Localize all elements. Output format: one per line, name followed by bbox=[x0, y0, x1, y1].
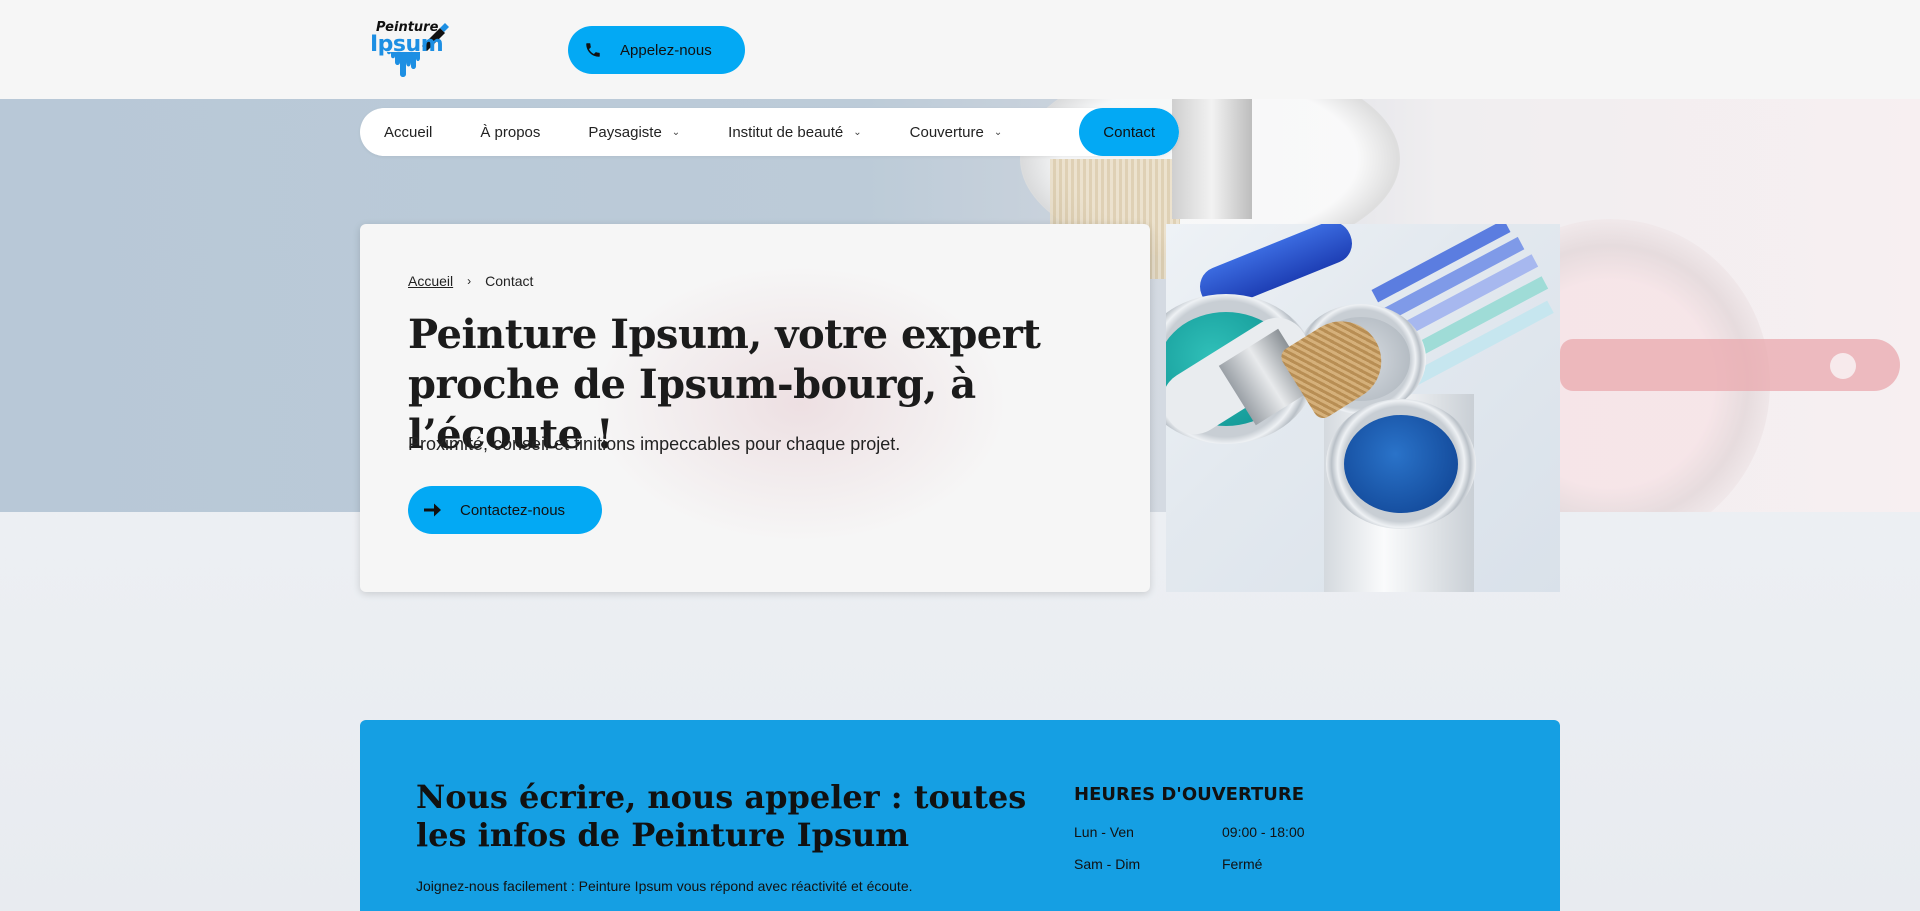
nav-item-label: À propos bbox=[480, 123, 541, 141]
nav-item-label: Contact bbox=[1103, 123, 1155, 141]
breadcrumb-current: Contact bbox=[485, 273, 534, 289]
chevron-right-icon: › bbox=[467, 274, 472, 288]
breadcrumb: Accueil › Contact bbox=[408, 273, 533, 289]
opening-hours-time: Fermé bbox=[1222, 856, 1263, 872]
contact-section-subtitle: Joignez-nous facilement : Peinture Ipsum… bbox=[416, 878, 913, 894]
breadcrumb-home-link[interactable]: Accueil bbox=[408, 273, 453, 289]
main-navigation: Accueil À propos Paysagiste ⌄ Institut d… bbox=[360, 108, 1179, 156]
call-us-label: Appelez-nous bbox=[620, 41, 712, 59]
arrow-right-icon bbox=[424, 503, 441, 517]
nav-item-accueil[interactable]: Accueil bbox=[360, 108, 456, 156]
blue-paint-can-decoration bbox=[1326, 399, 1476, 529]
logo-main-text: Ipsum bbox=[370, 32, 444, 57]
call-us-button[interactable]: Appelez-nous bbox=[568, 26, 745, 74]
opening-hours-days: Lun - Ven bbox=[1074, 824, 1134, 840]
hero-paint-photo bbox=[1166, 224, 1560, 592]
hero-card: Accueil › Contact Peinture Ipsum, votre … bbox=[360, 224, 1150, 592]
nav-item-label: Institut de beauté bbox=[728, 123, 844, 141]
nav-item-paysagiste[interactable]: Paysagiste ⌄ bbox=[564, 108, 704, 156]
hero-subtitle: Proximité, conseil et finitions impeccab… bbox=[408, 434, 901, 454]
nav-item-a-propos[interactable]: À propos bbox=[456, 108, 564, 156]
site-header: Peinture Ipsum Appelez-nous bbox=[0, 0, 1920, 99]
contact-us-label: Contactez-nous bbox=[460, 501, 566, 519]
chevron-down-icon: ⌄ bbox=[671, 126, 681, 138]
nav-item-couverture[interactable]: Couverture ⌄ bbox=[886, 108, 1027, 156]
brush-ferrule-decoration bbox=[1172, 99, 1252, 219]
nav-item-label: Couverture bbox=[909, 123, 984, 141]
nav-item-label: Accueil bbox=[384, 123, 433, 141]
phone-icon bbox=[586, 43, 600, 57]
nav-item-label: Paysagiste bbox=[588, 123, 662, 141]
opening-hours-time: 09:00 - 18:00 bbox=[1222, 824, 1305, 840]
opening-hours-title: HEURES D'OUVERTURE bbox=[1074, 784, 1305, 805]
opening-hours-row: Lun - Ven 09:00 - 18:00 bbox=[1074, 824, 1305, 840]
pink-brush-hole-decoration bbox=[1830, 353, 1856, 379]
opening-hours-days: Sam - Dim bbox=[1074, 856, 1141, 872]
nav-item-institut-de-beaute[interactable]: Institut de beauté ⌄ bbox=[704, 108, 885, 156]
contact-us-button[interactable]: Contactez-nous bbox=[408, 486, 602, 534]
chevron-down-icon: ⌄ bbox=[993, 126, 1003, 138]
chevron-down-icon: ⌄ bbox=[853, 126, 862, 138]
opening-hours-row: Sam - Dim Fermé bbox=[1074, 856, 1262, 872]
contact-info-section: Nous écrire, nous appeler : toutes les i… bbox=[360, 720, 1560, 911]
nav-item-contact[interactable]: Contact bbox=[1079, 108, 1179, 156]
contact-section-title: Nous écrire, nous appeler : toutes les i… bbox=[416, 778, 1027, 854]
site-logo[interactable]: Peinture Ipsum bbox=[368, 18, 454, 80]
